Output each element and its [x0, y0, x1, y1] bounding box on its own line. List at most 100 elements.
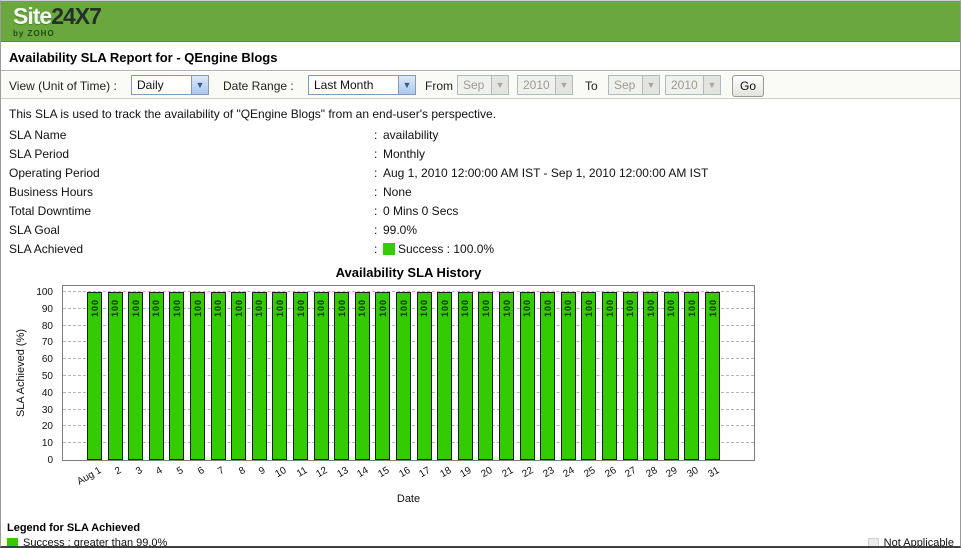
date-range-value: Last Month: [309, 78, 398, 92]
sla-bar[interactable]: 100: [293, 292, 308, 460]
bar-value-label: 100: [625, 293, 635, 323]
bar-value-label: 100: [481, 293, 491, 323]
y-axis-tick-label: 100: [11, 287, 53, 298]
detail-value: Monthly: [383, 147, 425, 161]
detail-row: Total Downtime : 0 Mins 0 Secs: [1, 201, 960, 220]
detail-label: SLA Name: [9, 128, 66, 142]
chevron-down-icon: ▼: [491, 76, 508, 94]
legend-title: Legend for SLA Achieved: [7, 522, 140, 534]
detail-colon: :: [374, 242, 377, 256]
y-axis-tick-label: 20: [11, 421, 53, 432]
page-title: Availability SLA Report for - QEngine Bl…: [9, 50, 277, 65]
detail-value: Success : 100.0%: [383, 242, 494, 256]
bar-value-label: 100: [131, 293, 141, 323]
sla-bar[interactable]: 100: [581, 292, 596, 460]
date-range-label: Date Range :: [223, 79, 294, 93]
sla-bar[interactable]: 100: [128, 292, 143, 460]
detail-label: Business Hours: [9, 185, 93, 199]
report-controls: View (Unit of Time) : Daily ▼ Date Range…: [1, 72, 960, 99]
sla-bar[interactable]: 100: [664, 292, 679, 460]
sla-bar[interactable]: 100: [437, 292, 452, 460]
sla-bar[interactable]: 100: [108, 292, 123, 460]
from-month-value: Sep: [458, 78, 491, 92]
sla-bar[interactable]: 100: [169, 292, 184, 460]
to-year-value: 2010: [666, 78, 703, 92]
sla-bar[interactable]: 100: [520, 292, 535, 460]
detail-label: SLA Goal: [9, 223, 60, 237]
go-button[interactable]: Go: [732, 75, 764, 97]
bar-value-label: 100: [275, 293, 285, 323]
bar-value-label: 100: [151, 293, 161, 323]
sla-bar[interactable]: 100: [355, 292, 370, 460]
view-unit-select[interactable]: Daily ▼: [131, 75, 209, 95]
sla-bar[interactable]: 100: [375, 292, 390, 460]
sla-bar[interactable]: 100: [334, 292, 349, 460]
bar-value-label: 100: [460, 293, 470, 323]
detail-value: None: [383, 185, 412, 199]
date-range-select[interactable]: Last Month ▼: [308, 75, 416, 95]
sla-bar[interactable]: 100: [87, 292, 102, 460]
not-applicable-color-swatch: [868, 538, 879, 548]
logo-text-site: Site: [13, 3, 51, 29]
sla-bar[interactable]: 100: [499, 292, 514, 460]
sla-description: This SLA is used to track the availabili…: [9, 107, 496, 121]
legend-success-label: Success : greater than 99.0%: [23, 537, 167, 548]
sla-bar[interactable]: 100: [417, 292, 432, 460]
sla-bar[interactable]: 100: [272, 292, 287, 460]
sla-bar[interactable]: 100: [149, 292, 164, 460]
sla-bar[interactable]: 100: [252, 292, 267, 460]
logo-text-24x7: 24X7: [51, 3, 101, 29]
site24x7-logo[interactable]: Site24X7 by ZOHO: [13, 5, 101, 38]
to-month-select: Sep ▼: [608, 75, 660, 95]
from-label: From: [425, 79, 453, 93]
y-axis-tick-label: 10: [11, 438, 53, 449]
sla-bar[interactable]: 100: [602, 292, 617, 460]
sla-bar[interactable]: 100: [540, 292, 555, 460]
bar-value-label: 100: [543, 293, 553, 323]
legend-item-success: Success : greater than 99.0%: [7, 537, 167, 548]
bar-value-label: 100: [234, 293, 244, 323]
sla-bar[interactable]: 100: [231, 292, 246, 460]
sla-bar[interactable]: 100: [561, 292, 576, 460]
sla-bar[interactable]: 100: [458, 292, 473, 460]
success-color-swatch: [7, 538, 18, 548]
bar-value-label: 100: [563, 293, 573, 323]
chart-title: Availability SLA History: [62, 265, 755, 280]
detail-label: Operating Period: [9, 166, 100, 180]
view-unit-label: View (Unit of Time) :: [9, 79, 117, 93]
sla-bar[interactable]: 100: [643, 292, 658, 460]
to-month-value: Sep: [609, 78, 642, 92]
report-title-bar: Availability SLA Report for - QEngine Bl…: [1, 43, 960, 71]
bar-value-label: 100: [213, 293, 223, 323]
bar-value-label: 100: [296, 293, 306, 323]
from-year-select: 2010 ▼: [517, 75, 573, 95]
bar-value-label: 100: [522, 293, 532, 323]
sla-bar[interactable]: 100: [623, 292, 638, 460]
y-axis-tick-label: 0: [11, 455, 53, 466]
sla-bar[interactable]: 100: [314, 292, 329, 460]
sla-bar[interactable]: 100: [684, 292, 699, 460]
sla-bar[interactable]: 100: [478, 292, 493, 460]
sla-bar[interactable]: 100: [190, 292, 205, 460]
detail-row: SLA Name : availability: [1, 125, 960, 144]
sla-bar[interactable]: 100: [396, 292, 411, 460]
detail-value: Aug 1, 2010 12:00:00 AM IST - Sep 1, 201…: [383, 166, 708, 180]
detail-colon: :: [374, 128, 377, 142]
logo-byline: by ZOHO: [13, 30, 101, 38]
y-axis-tick-label: 60: [11, 354, 53, 365]
bar-value-label: 100: [440, 293, 450, 323]
bar-value-label: 100: [399, 293, 409, 323]
detail-label: Total Downtime: [9, 204, 91, 218]
sla-bar[interactable]: 100: [705, 292, 720, 460]
detail-row: Operating Period : Aug 1, 2010 12:00:00 …: [1, 163, 960, 182]
bar-value-label: 100: [502, 293, 512, 323]
detail-label: SLA Period: [9, 147, 69, 161]
detail-value: availability: [383, 128, 438, 142]
bar-value-label: 100: [584, 293, 594, 323]
view-unit-value: Daily: [132, 78, 191, 92]
sla-bar[interactable]: 100: [211, 292, 226, 460]
legend-na-label: Not Applicable: [884, 537, 954, 548]
bar-value-label: 100: [708, 293, 718, 323]
bar-value-label: 100: [419, 293, 429, 323]
detail-colon: :: [374, 185, 377, 199]
